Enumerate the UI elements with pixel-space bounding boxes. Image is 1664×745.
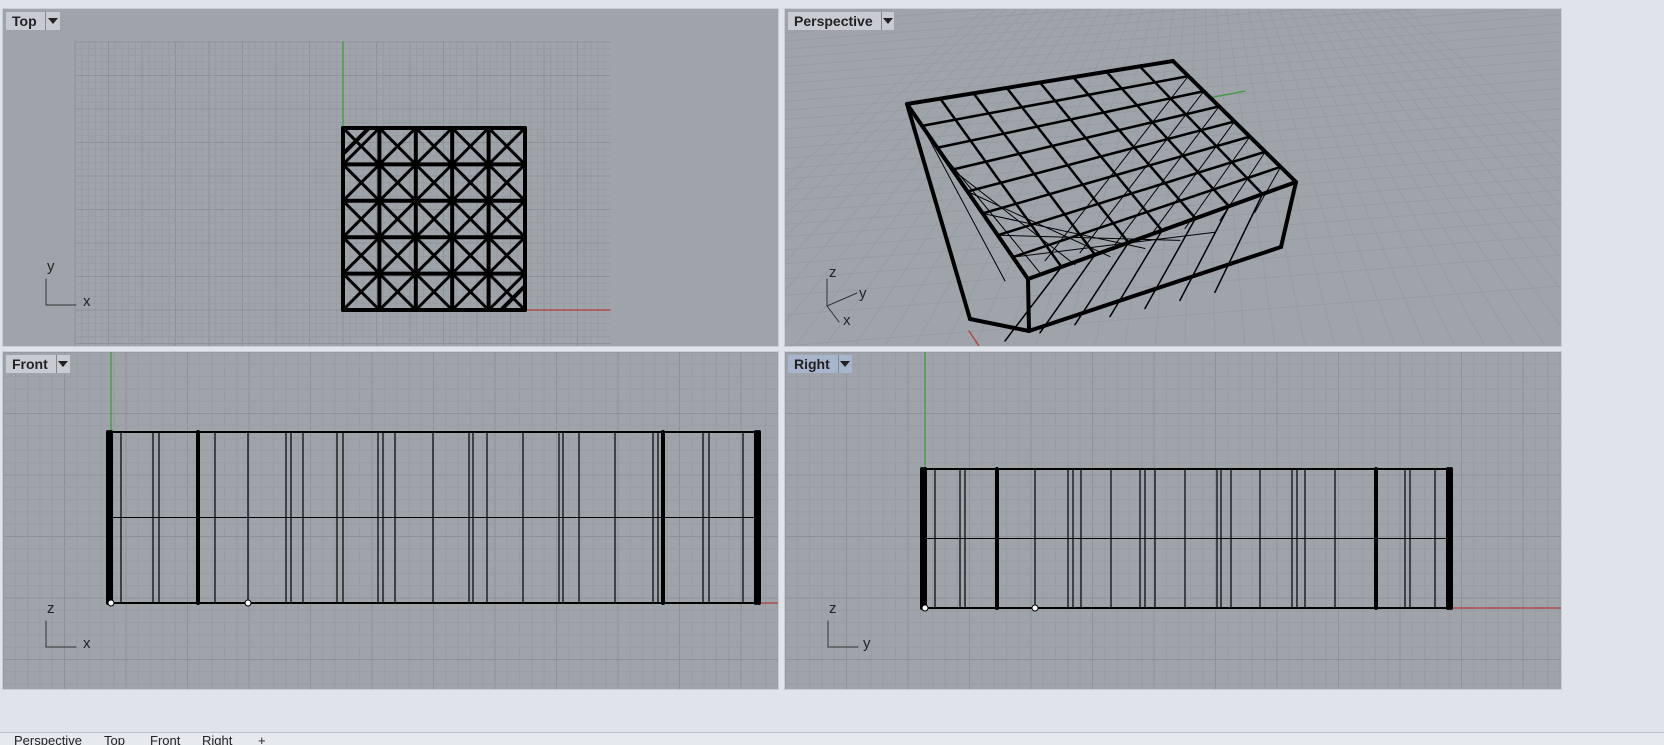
- grid-line: [785, 203, 1561, 265]
- grid-line: [785, 59, 1561, 121]
- top-canvas[interactable]: [3, 9, 778, 346]
- tab-right[interactable]: Right: [202, 733, 232, 745]
- viewport-title: Perspective: [794, 13, 873, 29]
- axis-label-x: x: [83, 293, 91, 310]
- grid-line: [785, 9, 1007, 216]
- control-point[interactable]: [107, 599, 115, 607]
- axis-label-z: z: [829, 264, 837, 281]
- lattice-diagonal: [1109, 229, 1163, 318]
- axis-label-x: x: [83, 635, 91, 652]
- grid-line: [785, 189, 1561, 251]
- viewport-front[interactable]: Front z x: [2, 351, 779, 690]
- lattice-edge: [1027, 245, 1283, 333]
- viewport-tab-bar: Perspective Top Front Right +: [0, 732, 1664, 745]
- viewport-tab-right[interactable]: Right: [787, 354, 853, 374]
- axis-label-y: y: [859, 285, 867, 302]
- grid-line: [785, 285, 1561, 346]
- tab-add[interactable]: +: [258, 733, 266, 745]
- grid-line: [785, 40, 1561, 102]
- grid-line: [1394, 9, 1561, 166]
- axis-icon: [826, 305, 840, 323]
- perspective-canvas[interactable]: [785, 9, 1561, 346]
- lattice-edge: [1279, 180, 1298, 249]
- viewport-right[interactable]: Right z y: [784, 351, 1562, 690]
- grid-line: [785, 9, 1038, 292]
- tab-top[interactable]: Top: [104, 733, 125, 745]
- axis-label-y: y: [863, 635, 871, 652]
- x-axis-line: [968, 330, 980, 346]
- axis-label-y: y: [47, 258, 55, 275]
- chevron-down-icon[interactable]: [837, 355, 852, 373]
- front-canvas[interactable]: [3, 352, 778, 689]
- tab-perspective[interactable]: Perspective: [14, 733, 82, 745]
- grid-line: [785, 78, 1561, 140]
- viewport-tab-perspective[interactable]: Perspective: [787, 11, 895, 31]
- grid-line: [1341, 9, 1561, 291]
- axis-label-x: x: [843, 312, 851, 329]
- grid-line: [785, 9, 986, 179]
- viewport-title: Right: [794, 356, 830, 372]
- viewport-title: Front: [12, 356, 48, 372]
- grid-line: [785, 234, 1561, 296]
- grid-line: [785, 9, 1049, 323]
- chevron-down-icon[interactable]: [880, 12, 894, 30]
- chevron-down-icon[interactable]: [44, 12, 60, 30]
- viewport-tab-front[interactable]: Front: [5, 354, 71, 374]
- rhino-viewports: Top y x Perspective z y x Front z x Righ…: [0, 0, 1664, 745]
- control-point[interactable]: [921, 604, 929, 612]
- grid-line: [1289, 9, 1456, 346]
- axis-label-z: z: [829, 600, 837, 617]
- grid-line: [854, 9, 1080, 346]
- grid-line: [1404, 9, 1561, 149]
- viewport-top[interactable]: Top y x: [2, 8, 779, 347]
- viewport-title: Top: [12, 13, 37, 29]
- grid-line: [1268, 9, 1396, 346]
- lattice-edge: [1026, 277, 1031, 333]
- viewport-tab-top[interactable]: Top: [5, 11, 61, 31]
- axis-label-z: z: [47, 600, 55, 617]
- tab-front[interactable]: Front: [150, 733, 180, 745]
- chevron-down-icon[interactable]: [55, 355, 70, 373]
- control-point[interactable]: [244, 599, 252, 607]
- grid-line: [1278, 9, 1426, 346]
- right-canvas[interactable]: [785, 352, 1561, 689]
- viewport-perspective[interactable]: Perspective z y x: [784, 8, 1562, 347]
- control-point[interactable]: [1031, 604, 1039, 612]
- grid-line: [1310, 9, 1516, 346]
- grid-line: [1373, 9, 1561, 207]
